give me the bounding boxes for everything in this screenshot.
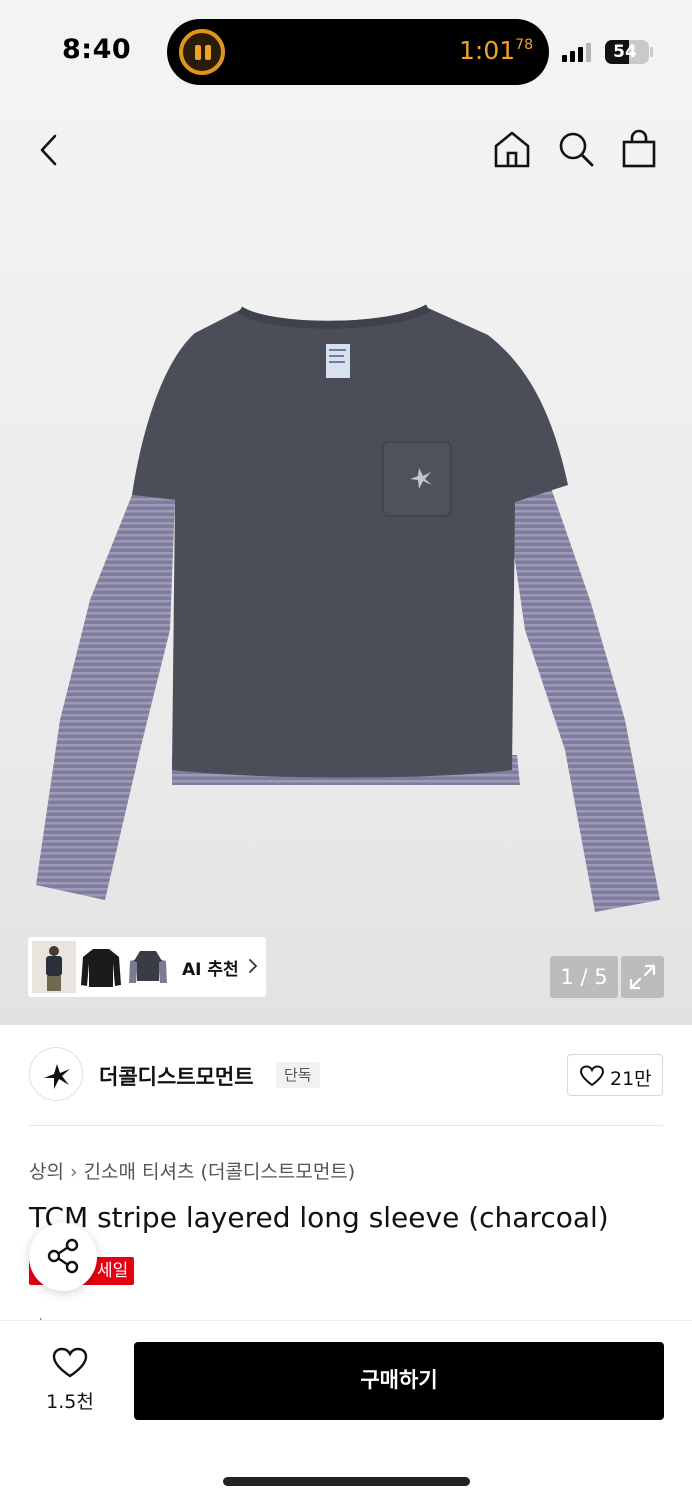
share-icon bbox=[47, 1238, 79, 1274]
wishlist-button[interactable]: 1.5천 bbox=[28, 1347, 112, 1417]
timer-readout: 1:0178 bbox=[459, 36, 533, 65]
product-title: TCM stripe layered long sleeve (charcoal… bbox=[29, 1201, 609, 1234]
expand-icon bbox=[629, 964, 656, 990]
dynamic-island[interactable]: 1:0178 bbox=[167, 19, 549, 85]
timer-main: 1:01 bbox=[459, 36, 516, 65]
bottom-action-bar: 1.5천 구매하기 bbox=[0, 1320, 692, 1500]
breadcrumb: 상의 › 긴소매 티셔츠 (더콜디스트모먼트) bbox=[29, 1157, 355, 1184]
cellular-signal-icon bbox=[562, 42, 598, 62]
breadcrumb-subcategory[interactable]: 긴소매 티셔츠 (더콜디스트모먼트) bbox=[84, 1161, 356, 1183]
buy-button[interactable]: 구매하기 bbox=[134, 1342, 664, 1420]
expand-image-button[interactable] bbox=[621, 956, 664, 998]
battery-nub bbox=[650, 47, 653, 57]
wishlist-count: 1.5천 bbox=[46, 1391, 94, 1413]
status-bar: 8:40 1:0178 54 bbox=[0, 0, 692, 105]
timer-pause-icon bbox=[179, 29, 225, 75]
product-image-gallery[interactable]: AI 추천 1 / 5 bbox=[0, 105, 692, 1025]
battery-icon: 54 bbox=[605, 40, 649, 64]
heart-icon bbox=[52, 1347, 88, 1378]
brand-logo[interactable] bbox=[29, 1047, 83, 1101]
breadcrumb-category[interactable]: 상의 bbox=[29, 1161, 64, 1183]
cart-button[interactable] bbox=[620, 129, 658, 173]
image-page-counter: 1 / 5 bbox=[550, 956, 618, 998]
shopping-bag-icon bbox=[622, 129, 656, 168]
exclusive-badge: 단독 bbox=[276, 1062, 320, 1088]
home-indicator[interactable] bbox=[223, 1477, 470, 1486]
back-button[interactable] bbox=[36, 133, 64, 171]
ai-recommend-strip[interactable]: AI 추천 bbox=[28, 937, 266, 997]
status-time: 8:40 bbox=[62, 34, 132, 65]
ai-recommend-label[interactable]: AI 추천 bbox=[182, 955, 239, 980]
home-button[interactable] bbox=[492, 129, 532, 173]
brand-like-count: 21만 bbox=[610, 1068, 652, 1090]
breadcrumb-separator: › bbox=[69, 1161, 78, 1183]
thumbnail-black-shirt[interactable] bbox=[79, 941, 123, 993]
thumbnail-model[interactable] bbox=[32, 941, 76, 993]
thumbnail-layered-shirt[interactable] bbox=[126, 941, 170, 993]
chevron-left-icon bbox=[40, 134, 57, 166]
star-logo-icon bbox=[44, 1064, 70, 1089]
home-icon bbox=[494, 131, 530, 168]
chevron-right-icon bbox=[249, 959, 258, 973]
brand-name[interactable]: 더콜디스트모먼트 bbox=[99, 1061, 254, 1091]
divider bbox=[29, 1125, 663, 1126]
brand-like-button[interactable]: 21만 bbox=[567, 1054, 663, 1096]
timer-fraction: 78 bbox=[515, 37, 533, 53]
search-icon bbox=[559, 132, 594, 167]
sale-badge-label: 세일 bbox=[97, 1261, 129, 1281]
share-button[interactable] bbox=[29, 1223, 97, 1291]
battery-level: 54 bbox=[613, 42, 637, 62]
product-image bbox=[36, 304, 660, 912]
heart-icon bbox=[580, 1065, 604, 1087]
search-button[interactable] bbox=[556, 129, 596, 173]
